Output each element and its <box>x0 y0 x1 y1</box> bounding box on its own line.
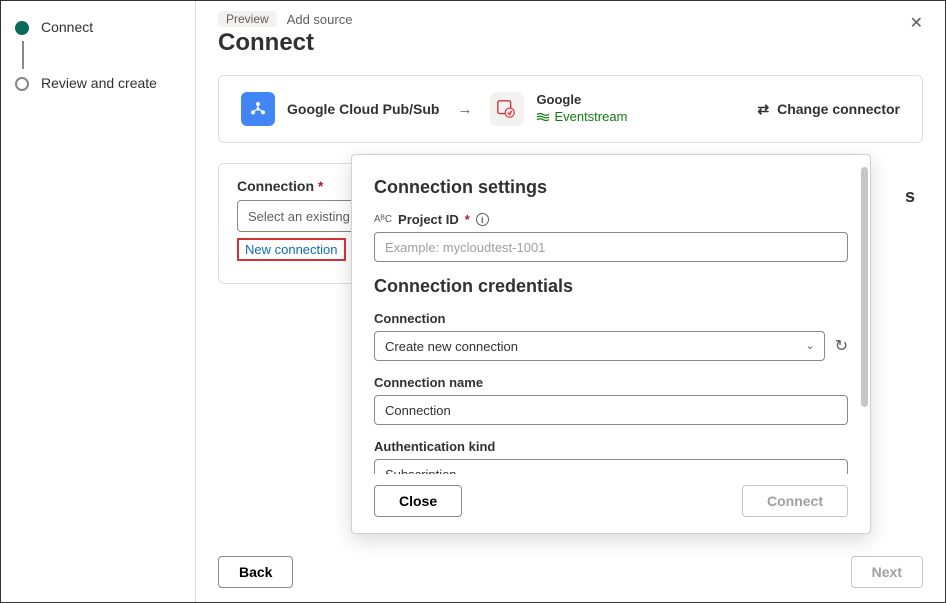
new-connection-link[interactable]: New connection <box>237 238 346 261</box>
close-icon[interactable]: ✕ <box>910 13 923 33</box>
close-button[interactable]: Close <box>374 485 462 517</box>
preview-badge: Preview <box>218 11 277 27</box>
credentials-section-title: Connection credentials <box>374 276 848 297</box>
connection-settings-modal: Connection settings AᴮC Project ID * i C… <box>351 154 871 534</box>
stream-icon <box>536 112 550 122</box>
back-button[interactable]: Back <box>218 556 293 588</box>
step-review-create[interactable]: Review and create <box>15 75 181 91</box>
auth-kind-dropdown[interactable] <box>374 459 848 474</box>
google-cloud-icon <box>241 92 275 126</box>
wizard-footer: Back Next <box>218 556 923 588</box>
connection-name-input[interactable] <box>374 395 848 425</box>
step-indicator-inactive <box>15 77 29 91</box>
auth-kind-label: Authentication kind <box>374 439 848 454</box>
breadcrumb-text: Add source <box>287 12 353 27</box>
settings-section-title: Connection settings <box>374 177 848 198</box>
refresh-icon[interactable]: ↻ <box>835 336 848 356</box>
step-connector-line <box>22 41 24 69</box>
obscured-text: s <box>905 186 915 207</box>
change-connector-button[interactable]: ⇄ Change connector <box>757 101 900 118</box>
info-icon[interactable]: i <box>476 213 489 226</box>
breadcrumb: Preview Add source <box>218 11 923 27</box>
arrow-right-icon: → <box>457 101 472 118</box>
change-connector-label: Change connector <box>777 101 900 117</box>
step-label: Review and create <box>41 75 157 91</box>
eventstream-icon <box>490 92 524 126</box>
connection-dropdown[interactable] <box>374 331 825 361</box>
dest-name: Google <box>536 92 627 109</box>
scrollbar[interactable] <box>860 163 868 525</box>
source-label: Google Cloud Pub/Sub <box>287 101 439 117</box>
connection-dropdown-label: Connection <box>374 311 848 326</box>
project-id-input[interactable] <box>374 232 848 262</box>
connection-name-label: Connection name <box>374 375 848 390</box>
step-indicator-active <box>15 21 29 35</box>
dest-type: Eventstream <box>536 109 627 126</box>
page-title: Connect <box>218 29 923 57</box>
connect-button[interactable]: Connect <box>742 485 848 517</box>
connector-summary-card: Google Cloud Pub/Sub → Google Eventstrea… <box>218 75 923 143</box>
swap-icon: ⇄ <box>757 101 769 118</box>
connection-select-placeholder: Select an existing <box>248 209 350 224</box>
step-connect[interactable]: Connect <box>15 19 181 35</box>
project-id-label: AᴮC Project ID * i <box>374 212 848 227</box>
next-button[interactable]: Next <box>851 556 923 588</box>
step-label: Connect <box>41 19 93 35</box>
wizard-steps-sidebar: Connect Review and create <box>1 1 196 602</box>
